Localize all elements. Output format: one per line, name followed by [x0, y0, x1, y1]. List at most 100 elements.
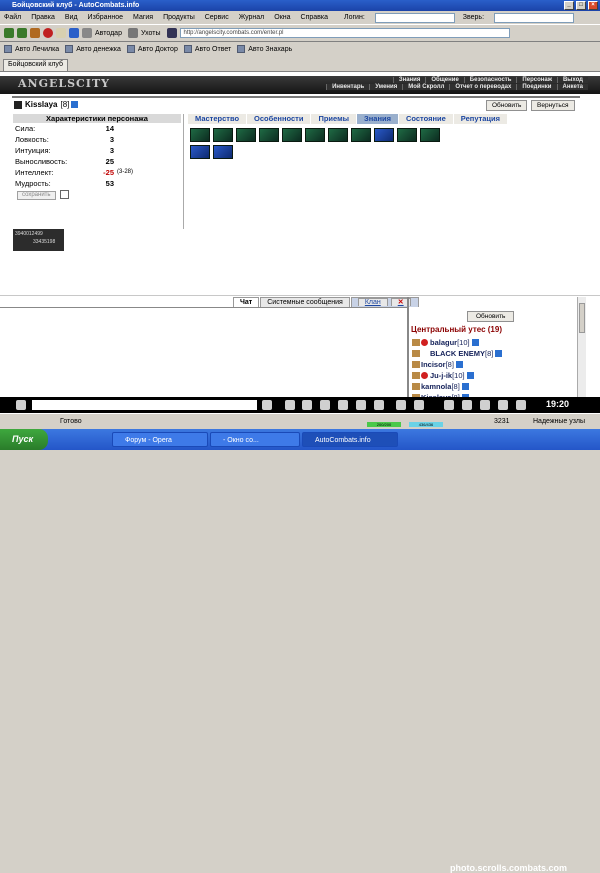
zver-input[interactable] — [494, 12, 575, 23]
smile-icon[interactable] — [16, 400, 26, 410]
online-update-button[interactable]: Обновить — [467, 311, 515, 322]
uhoty-button[interactable]: Ухоты — [141, 30, 161, 37]
search-icon[interactable] — [69, 28, 79, 38]
knowledge-icon[interactable] — [374, 128, 394, 142]
filter-icon[interactable] — [166, 28, 177, 38]
action-icon[interactable] — [498, 400, 508, 410]
list-item[interactable]: balagur [10] — [412, 337, 502, 348]
knowledge-icon[interactable] — [282, 128, 302, 142]
action-icon[interactable] — [480, 400, 490, 410]
address-input[interactable]: http://angelscity.combats.com/enter.pl — [179, 28, 510, 38]
knowledge-icon[interactable] — [397, 128, 417, 142]
settings-icon[interactable] — [374, 400, 384, 410]
tab-masterstvo[interactable]: Мастерство — [188, 114, 247, 124]
nav-vyhod[interactable]: Выход — [556, 77, 588, 83]
chat-icon[interactable] — [412, 339, 420, 346]
menu-magic[interactable]: Магия — [133, 14, 153, 21]
scroll-thumb[interactable] — [579, 303, 585, 333]
online-scrollbar[interactable] — [577, 297, 586, 397]
minimize-button[interactable]: _ — [564, 1, 574, 10]
nav-anketa[interactable]: Анкета — [556, 84, 588, 90]
nav-umeniya[interactable]: Умения — [369, 84, 403, 90]
task-window[interactable]: - Окно со... — [210, 432, 300, 447]
tab-znaniya[interactable]: Знания — [357, 114, 398, 124]
task-autocombats[interactable]: AutoCombats.info — [302, 432, 398, 447]
clear-icon[interactable] — [285, 400, 295, 410]
menu-view[interactable]: Вид — [65, 14, 78, 21]
link-auto-otvet[interactable]: Авто Ответ — [183, 45, 231, 53]
player-name[interactable]: kamnola — [421, 381, 451, 392]
gear-icon[interactable] — [127, 28, 138, 38]
info-icon[interactable] — [495, 350, 503, 357]
player-name[interactable]: Ju-j-ik — [430, 370, 452, 381]
nav-personazh[interactable]: Персонаж — [516, 77, 557, 83]
menu-file[interactable]: Файл — [4, 14, 21, 21]
chat-icon[interactable] — [412, 383, 420, 390]
tab-priemy[interactable]: Приемы — [311, 114, 357, 124]
link-auto-doktor[interactable]: Авто Доктор — [126, 45, 178, 53]
save-checkbox[interactable] — [59, 189, 69, 199]
knowledge-icon[interactable] — [351, 128, 371, 142]
knowledge-icon[interactable] — [236, 128, 256, 142]
action-icon[interactable] — [462, 400, 472, 410]
menu-windows[interactable]: Окна — [274, 14, 290, 21]
player-name[interactable]: Incisor — [421, 359, 446, 370]
info-icon[interactable] — [471, 339, 479, 346]
save-button[interactable]: сохранить — [17, 191, 56, 200]
map-icon[interactable] — [356, 400, 366, 410]
player-name[interactable]: balagur — [430, 337, 457, 348]
return-button[interactable]: Вернуться — [531, 100, 575, 111]
info-icon[interactable] — [455, 361, 463, 368]
tab-osobennosti[interactable]: Особенности — [247, 114, 311, 124]
close-window-button[interactable]: × — [588, 1, 598, 10]
knowledge-icon[interactable] — [190, 145, 210, 159]
stop-icon[interactable] — [43, 28, 53, 38]
reload-icon[interactable] — [30, 28, 40, 38]
tab-system-messages[interactable]: Системные сообщения — [260, 297, 350, 307]
task-opera[interactable]: Форум - Opera — [112, 432, 208, 447]
menu-journal[interactable]: Журнал — [239, 14, 265, 21]
knowledge-icon[interactable] — [213, 145, 233, 159]
chat-icon[interactable] — [412, 350, 420, 357]
menu-favorites[interactable]: Избранное — [88, 14, 123, 21]
counters-widget[interactable]: 3940012499 33435198 — [13, 229, 64, 251]
back-icon[interactable] — [4, 28, 14, 38]
knowledge-icon[interactable] — [213, 128, 233, 142]
login-input[interactable] — [374, 12, 455, 23]
info-icon[interactable] — [71, 101, 79, 108]
nav-otchet[interactable]: Отчет о переводах — [449, 84, 517, 90]
knowledge-icon[interactable] — [420, 128, 440, 142]
filter-icon[interactable] — [302, 400, 312, 410]
knowledge-icon[interactable] — [190, 128, 210, 142]
update-button[interactable]: Обновить — [486, 100, 528, 111]
knowledge-icon[interactable] — [328, 128, 348, 142]
chat-input[interactable] — [32, 400, 257, 410]
nav-poedinki[interactable]: Поединки — [516, 84, 557, 90]
nav-obshchenie[interactable]: Общение — [425, 77, 464, 83]
action-icon[interactable] — [444, 400, 454, 410]
info-icon[interactable] — [414, 400, 424, 410]
link-auto-lechilka[interactable]: Авто Лечилка — [4, 45, 59, 53]
home-icon[interactable] — [56, 28, 66, 38]
forward-icon[interactable] — [17, 28, 27, 38]
list-item[interactable]: kamnola [8] — [412, 381, 502, 392]
knowledge-icon[interactable] — [259, 128, 279, 142]
nav-bezopasnost[interactable]: Безопасность — [463, 77, 517, 83]
action-icon[interactable] — [516, 400, 526, 410]
menu-service[interactable]: Сервис — [205, 14, 229, 21]
fight-icon[interactable] — [338, 400, 348, 410]
menu-products[interactable]: Продукты — [163, 14, 195, 21]
knowledge-icon[interactable] — [305, 128, 325, 142]
nav-znaniya[interactable]: Знания — [392, 77, 426, 83]
username[interactable]: Kisslaya — [25, 100, 57, 109]
list-item[interactable]: Ju-j-ik [10] — [412, 370, 502, 381]
menu-edit[interactable]: Правка — [31, 14, 55, 21]
info-icon[interactable] — [466, 372, 474, 379]
chat-messages[interactable] — [0, 307, 407, 397]
send-icon[interactable] — [262, 400, 272, 410]
pause-icon[interactable] — [320, 400, 330, 410]
tools-icon[interactable] — [82, 28, 92, 38]
tab-reputaciya[interactable]: Репутация — [453, 114, 508, 124]
start-button[interactable]: Пуск — [0, 429, 48, 450]
smiley-icon[interactable] — [396, 400, 406, 410]
